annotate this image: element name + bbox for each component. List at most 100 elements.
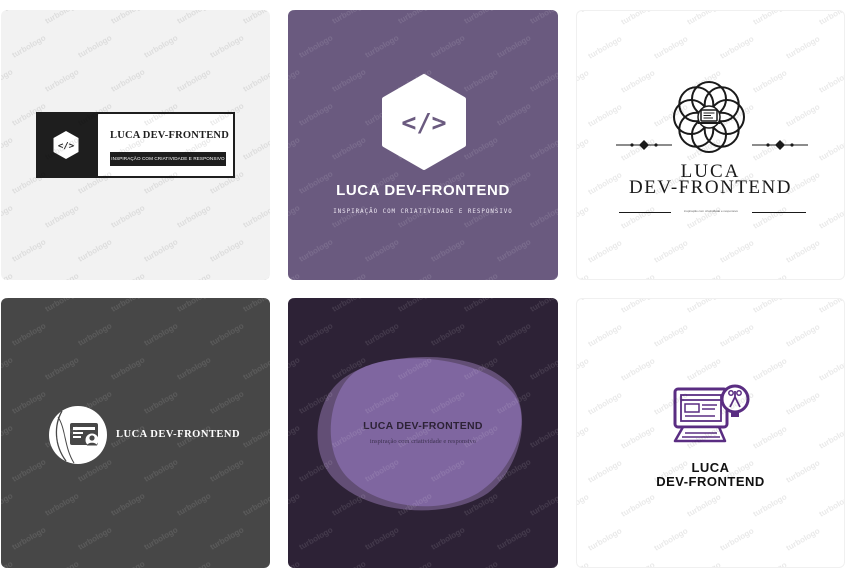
watermark-text: turbologo xyxy=(818,424,845,451)
watermark-text: turbologo xyxy=(44,203,81,230)
watermark-text: turbologo xyxy=(288,67,301,94)
watermark-text: turbologo xyxy=(143,389,180,416)
watermark-text: turbologo xyxy=(818,356,845,383)
watermark-text: turbologo xyxy=(653,526,690,553)
watermark-text: turbologo xyxy=(176,10,213,26)
watermark-text: turbologo xyxy=(44,67,81,94)
watermark-text: turbologo xyxy=(620,356,657,383)
watermark-text: turbologo xyxy=(818,272,845,279)
watermark-text: turbologo xyxy=(110,271,147,280)
watermark-text: turbologo xyxy=(463,203,500,230)
watermark-text: turbologo xyxy=(397,271,434,280)
watermark-text: turbologo xyxy=(785,102,822,129)
watermark-text: turbologo xyxy=(463,271,500,280)
watermark-text: turbologo xyxy=(397,203,434,230)
code-hexagon-icon: </> xyxy=(382,74,466,170)
watermark-text: turbologo xyxy=(818,204,845,231)
logo-card-2[interactable]: </> LUCA DEV-FRONTEND INSPIRAÇÃO COM CRI… xyxy=(288,10,558,280)
watermark-text: turbologo xyxy=(752,68,789,95)
watermark-text: turbologo xyxy=(653,238,690,265)
watermark-text: turbologo xyxy=(752,356,789,383)
watermark-text: turbologo xyxy=(430,237,467,264)
watermark-text: turbologo xyxy=(331,10,368,26)
logo-card-3[interactable]: LUCA DEV-FRONTEND inspiração com criativ… xyxy=(576,10,845,280)
watermark-text: turbologo xyxy=(77,237,114,264)
watermark-text: turbologo xyxy=(818,68,845,95)
watermark-text: turbologo xyxy=(110,203,147,230)
logo-subtitle: INSPIRAÇÃO COM CRIATIVIDADE E RESPONSIVO xyxy=(333,209,513,215)
code-hexagon-icon: </> xyxy=(53,131,79,159)
watermark-text: turbologo xyxy=(143,33,180,60)
watermark-text: turbologo xyxy=(818,560,845,567)
watermark-text: turbologo xyxy=(11,237,48,264)
watermark-text: turbologo xyxy=(577,68,590,95)
watermark-text: turbologo xyxy=(110,67,147,94)
watermark-text: turbologo xyxy=(143,525,180,552)
watermark-text: turbologo xyxy=(577,272,590,279)
logo-card-1[interactable]: </> LUCA DEV-FRONTEND INSPIRAÇÃO COM CRI… xyxy=(1,10,270,280)
logo-card-6[interactable]: LUCA DEV-FRONTEND turbologo turbologo turb… xyxy=(576,298,845,568)
watermark-text: turbologo xyxy=(496,237,533,264)
watermark-text: turbologo xyxy=(653,34,690,61)
watermark-text: turbologo xyxy=(818,136,845,163)
watermark-text: turbologo xyxy=(752,560,789,567)
watermark-text: turbologo xyxy=(577,299,590,315)
watermark-text: turbologo xyxy=(176,559,213,568)
watermark-text: turbologo xyxy=(587,390,624,417)
logo-title-line1: LUCA xyxy=(691,460,730,475)
watermark-text: turbologo xyxy=(653,322,690,349)
watermark-text: turbologo xyxy=(242,135,271,162)
watermark-text: turbologo xyxy=(209,525,246,552)
watermark-text: turbologo xyxy=(288,271,301,280)
watermark-text: turbologo xyxy=(110,298,147,314)
watermark-text: turbologo xyxy=(587,34,624,61)
watermark-text: turbologo xyxy=(577,424,590,451)
watermark-text: turbologo xyxy=(44,271,81,280)
watermark-text: turbologo xyxy=(577,356,590,383)
watermark-text: turbologo xyxy=(298,33,335,60)
watermark-text: turbologo xyxy=(752,204,789,231)
watermark-text: turbologo xyxy=(288,10,301,26)
purple-blob-shape xyxy=(317,357,523,511)
watermark-text: turbologo xyxy=(818,11,845,27)
watermark-text: turbologo xyxy=(364,237,401,264)
watermark-text: turbologo xyxy=(686,272,723,279)
watermark-text: turbologo xyxy=(785,390,822,417)
watermark-text: turbologo xyxy=(209,321,246,348)
watermark-text: turbologo xyxy=(529,67,559,94)
watermark-text: turbologo xyxy=(752,492,789,519)
divider-left xyxy=(619,212,671,213)
watermark-text: turbologo xyxy=(242,67,271,94)
watermark-text: turbologo xyxy=(176,491,213,518)
watermark-text: turbologo xyxy=(620,11,657,27)
logo-title: LUCA DEV-FRONTEND xyxy=(336,182,510,199)
watermark-text: turbologo xyxy=(587,102,624,129)
watermark-text: turbologo xyxy=(752,272,789,279)
watermark-text: turbologo xyxy=(785,34,822,61)
watermark-text: turbologo xyxy=(620,68,657,95)
watermark-text: turbologo xyxy=(11,33,48,60)
logo-card-4[interactable]: LUCA DEV-FRONTEND turbologo turbologo turb… xyxy=(1,298,270,568)
logo-card-5[interactable]: LUCA DEV-FRONTEND inspiração com criativ… xyxy=(288,298,558,568)
watermark-text: turbologo xyxy=(143,237,180,264)
code-icon-text: </> xyxy=(401,108,446,137)
watermark-text: turbologo xyxy=(44,491,81,518)
watermark-text: turbologo xyxy=(686,560,723,567)
watermark-text: turbologo xyxy=(818,492,845,519)
watermark-text: turbologo xyxy=(463,67,500,94)
watermark-text: turbologo xyxy=(577,560,590,567)
watermark-text: turbologo xyxy=(785,238,822,265)
watermark-text: turbologo xyxy=(620,560,657,567)
watermark-text: turbologo xyxy=(288,135,301,162)
watermark-text: turbologo xyxy=(1,355,14,382)
watermark-text: turbologo xyxy=(719,34,756,61)
watermark-text: turbologo xyxy=(209,237,246,264)
ornament-right xyxy=(752,140,808,150)
watermark-text: turbologo xyxy=(331,135,368,162)
watermark-text: turbologo xyxy=(242,271,271,280)
watermark-text: turbologo xyxy=(1,271,14,280)
watermark-text: turbologo xyxy=(209,457,246,484)
watermark-text: turbologo xyxy=(752,299,789,315)
watermark-text: turbologo xyxy=(529,203,559,230)
watermark-text: turbologo xyxy=(77,525,114,552)
